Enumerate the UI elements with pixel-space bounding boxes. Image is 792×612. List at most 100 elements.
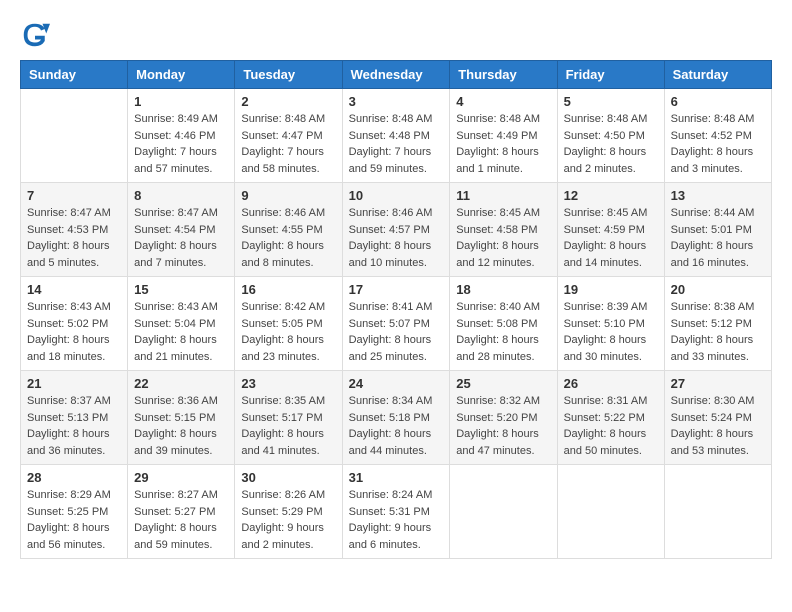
calendar-cell: 9Sunrise: 8:46 AMSunset: 4:55 PMDaylight… (235, 183, 342, 277)
day-number: 29 (134, 470, 228, 485)
calendar-week-row: 14 Sunrise: 8:43 AMSunset: 5:02 PMDayligh… (21, 277, 772, 371)
calendar-cell: 26Sunrise: 8:31 AMSunset: 5:22 PMDayligh… (557, 371, 664, 465)
calendar-cell: 2 Sunrise: 8:48 AMSunset: 4:47 PMDaylight… (235, 89, 342, 183)
day-number: 28 (27, 470, 121, 485)
day-info: Sunrise: 8:41 AMSunset: 5:07 PMDaylight:… (349, 299, 444, 365)
calendar-cell: 19 Sunrise: 8:39 AMSunset: 5:10 PMDayligh… (557, 277, 664, 371)
day-info: Sunrise: 8:45 AMSunset: 4:58 PMDaylight:… (456, 205, 550, 271)
day-info: Sunrise: 8:47 AMSunset: 4:54 PMDaylight:… (134, 205, 228, 271)
day-info: Sunrise: 8:39 AMSunset: 5:10 PMDaylight:… (564, 299, 658, 365)
logo-icon (20, 20, 50, 50)
day-info: Sunrise: 8:40 AMSunset: 5:08 PMDaylight:… (456, 299, 550, 365)
weekday-header: Tuesday (235, 61, 342, 89)
calendar-cell: 20 Sunrise: 8:38 AMSunset: 5:12 PMDayligh… (664, 277, 771, 371)
day-info: Sunrise: 8:24 AMSunset: 5:31 PMDaylight:… (349, 487, 444, 553)
day-number: 6 (671, 94, 765, 109)
day-number: 18 (456, 282, 550, 297)
day-info: Sunrise: 8:34 AMSunset: 5:18 PMDaylight:… (349, 393, 444, 459)
calendar-cell: 16 Sunrise: 8:42 AMSunset: 5:05 PMDayligh… (235, 277, 342, 371)
day-info: Sunrise: 8:43 AMSunset: 5:04 PMDaylight:… (134, 299, 228, 365)
day-number: 19 (564, 282, 658, 297)
day-number: 24 (349, 376, 444, 391)
calendar-cell: 27Sunrise: 8:30 AMSunset: 5:24 PMDayligh… (664, 371, 771, 465)
calendar-cell: 29 Sunrise: 8:27 AMSunset: 5:27 PMDayligh… (128, 465, 235, 559)
calendar-cell: 13Sunrise: 8:44 AMSunset: 5:01 PMDayligh… (664, 183, 771, 277)
day-number: 1 (134, 94, 228, 109)
calendar-cell: 30Sunrise: 8:26 AMSunset: 5:29 PMDayligh… (235, 465, 342, 559)
day-number: 26 (564, 376, 658, 391)
day-info: Sunrise: 8:48 AMSunset: 4:52 PMDaylight:… (671, 111, 765, 177)
day-number: 15 (134, 282, 228, 297)
calendar-cell: 11Sunrise: 8:45 AMSunset: 4:58 PMDayligh… (450, 183, 557, 277)
calendar-cell: 4 Sunrise: 8:48 AMSunset: 4:49 PMDaylight… (450, 89, 557, 183)
calendar-cell (664, 465, 771, 559)
calendar-cell: 5 Sunrise: 8:48 AMSunset: 4:50 PMDaylight… (557, 89, 664, 183)
calendar-cell: 12 Sunrise: 8:45 AMSunset: 4:59 PMDayligh… (557, 183, 664, 277)
day-info: Sunrise: 8:35 AMSunset: 5:17 PMDaylight:… (241, 393, 335, 459)
day-number: 12 (564, 188, 658, 203)
calendar-cell (450, 465, 557, 559)
calendar-cell: 8 Sunrise: 8:47 AMSunset: 4:54 PMDaylight… (128, 183, 235, 277)
calendar-cell: 21 Sunrise: 8:37 AMSunset: 5:13 PMDayligh… (21, 371, 128, 465)
calendar-cell: 28 Sunrise: 8:29 AMSunset: 5:25 PMDayligh… (21, 465, 128, 559)
calendar-cell (21, 89, 128, 183)
day-info: Sunrise: 8:48 AMSunset: 4:48 PMDaylight:… (349, 111, 444, 177)
calendar-cell: 24 Sunrise: 8:34 AMSunset: 5:18 PMDayligh… (342, 371, 450, 465)
calendar-cell: 6 Sunrise: 8:48 AMSunset: 4:52 PMDaylight… (664, 89, 771, 183)
day-number: 20 (671, 282, 765, 297)
calendar-cell: 17 Sunrise: 8:41 AMSunset: 5:07 PMDayligh… (342, 277, 450, 371)
day-info: Sunrise: 8:47 AMSunset: 4:53 PMDaylight:… (27, 205, 121, 271)
day-number: 23 (241, 376, 335, 391)
calendar-week-row: 1Sunrise: 8:49 AMSunset: 4:46 PMDaylight… (21, 89, 772, 183)
day-number: 5 (564, 94, 658, 109)
day-info: Sunrise: 8:27 AMSunset: 5:27 PMDaylight:… (134, 487, 228, 553)
day-info: Sunrise: 8:48 AMSunset: 4:50 PMDaylight:… (564, 111, 658, 177)
day-number: 2 (241, 94, 335, 109)
calendar-week-row: 28 Sunrise: 8:29 AMSunset: 5:25 PMDayligh… (21, 465, 772, 559)
day-info: Sunrise: 8:36 AMSunset: 5:15 PMDaylight:… (134, 393, 228, 459)
calendar-cell: 31Sunrise: 8:24 AMSunset: 5:31 PMDayligh… (342, 465, 450, 559)
calendar-week-row: 7 Sunrise: 8:47 AMSunset: 4:53 PMDaylight… (21, 183, 772, 277)
calendar-cell (557, 465, 664, 559)
page-header (20, 20, 772, 50)
weekday-header: Friday (557, 61, 664, 89)
day-info: Sunrise: 8:42 AMSunset: 5:05 PMDaylight:… (241, 299, 335, 365)
calendar-cell: 15 Sunrise: 8:43 AMSunset: 5:04 PMDayligh… (128, 277, 235, 371)
weekday-header: Sunday (21, 61, 128, 89)
day-number: 4 (456, 94, 550, 109)
calendar-header-row: SundayMondayTuesdayWednesdayThursdayFrid… (21, 61, 772, 89)
day-info: Sunrise: 8:48 AMSunset: 4:49 PMDaylight:… (456, 111, 550, 177)
day-number: 10 (349, 188, 444, 203)
calendar-cell: 25 Sunrise: 8:32 AMSunset: 5:20 PMDayligh… (450, 371, 557, 465)
weekday-header: Thursday (450, 61, 557, 89)
day-info: Sunrise: 8:37 AMSunset: 5:13 PMDaylight:… (27, 393, 121, 459)
day-number: 21 (27, 376, 121, 391)
day-number: 8 (134, 188, 228, 203)
calendar-cell: 22 Sunrise: 8:36 AMSunset: 5:15 PMDayligh… (128, 371, 235, 465)
day-number: 7 (27, 188, 121, 203)
calendar-cell: 7 Sunrise: 8:47 AMSunset: 4:53 PMDaylight… (21, 183, 128, 277)
weekday-header: Monday (128, 61, 235, 89)
calendar-cell: 23 Sunrise: 8:35 AMSunset: 5:17 PMDayligh… (235, 371, 342, 465)
day-info: Sunrise: 8:48 AMSunset: 4:47 PMDaylight:… (241, 111, 335, 177)
calendar-week-row: 21 Sunrise: 8:37 AMSunset: 5:13 PMDayligh… (21, 371, 772, 465)
calendar-table: SundayMondayTuesdayWednesdayThursdayFrid… (20, 60, 772, 559)
day-number: 25 (456, 376, 550, 391)
day-info: Sunrise: 8:26 AMSunset: 5:29 PMDaylight:… (241, 487, 335, 553)
day-number: 3 (349, 94, 444, 109)
day-number: 16 (241, 282, 335, 297)
day-info: Sunrise: 8:29 AMSunset: 5:25 PMDaylight:… (27, 487, 121, 553)
day-info: Sunrise: 8:45 AMSunset: 4:59 PMDaylight:… (564, 205, 658, 271)
calendar-cell: 1Sunrise: 8:49 AMSunset: 4:46 PMDaylight… (128, 89, 235, 183)
calendar-cell: 14 Sunrise: 8:43 AMSunset: 5:02 PMDayligh… (21, 277, 128, 371)
day-number: 17 (349, 282, 444, 297)
day-number: 22 (134, 376, 228, 391)
weekday-header: Saturday (664, 61, 771, 89)
calendar-cell: 3 Sunrise: 8:48 AMSunset: 4:48 PMDaylight… (342, 89, 450, 183)
day-number: 14 (27, 282, 121, 297)
day-info: Sunrise: 8:30 AMSunset: 5:24 PMDaylight:… (671, 393, 765, 459)
day-info: Sunrise: 8:43 AMSunset: 5:02 PMDaylight:… (27, 299, 121, 365)
day-info: Sunrise: 8:32 AMSunset: 5:20 PMDaylight:… (456, 393, 550, 459)
day-info: Sunrise: 8:38 AMSunset: 5:12 PMDaylight:… (671, 299, 765, 365)
logo (20, 20, 56, 50)
